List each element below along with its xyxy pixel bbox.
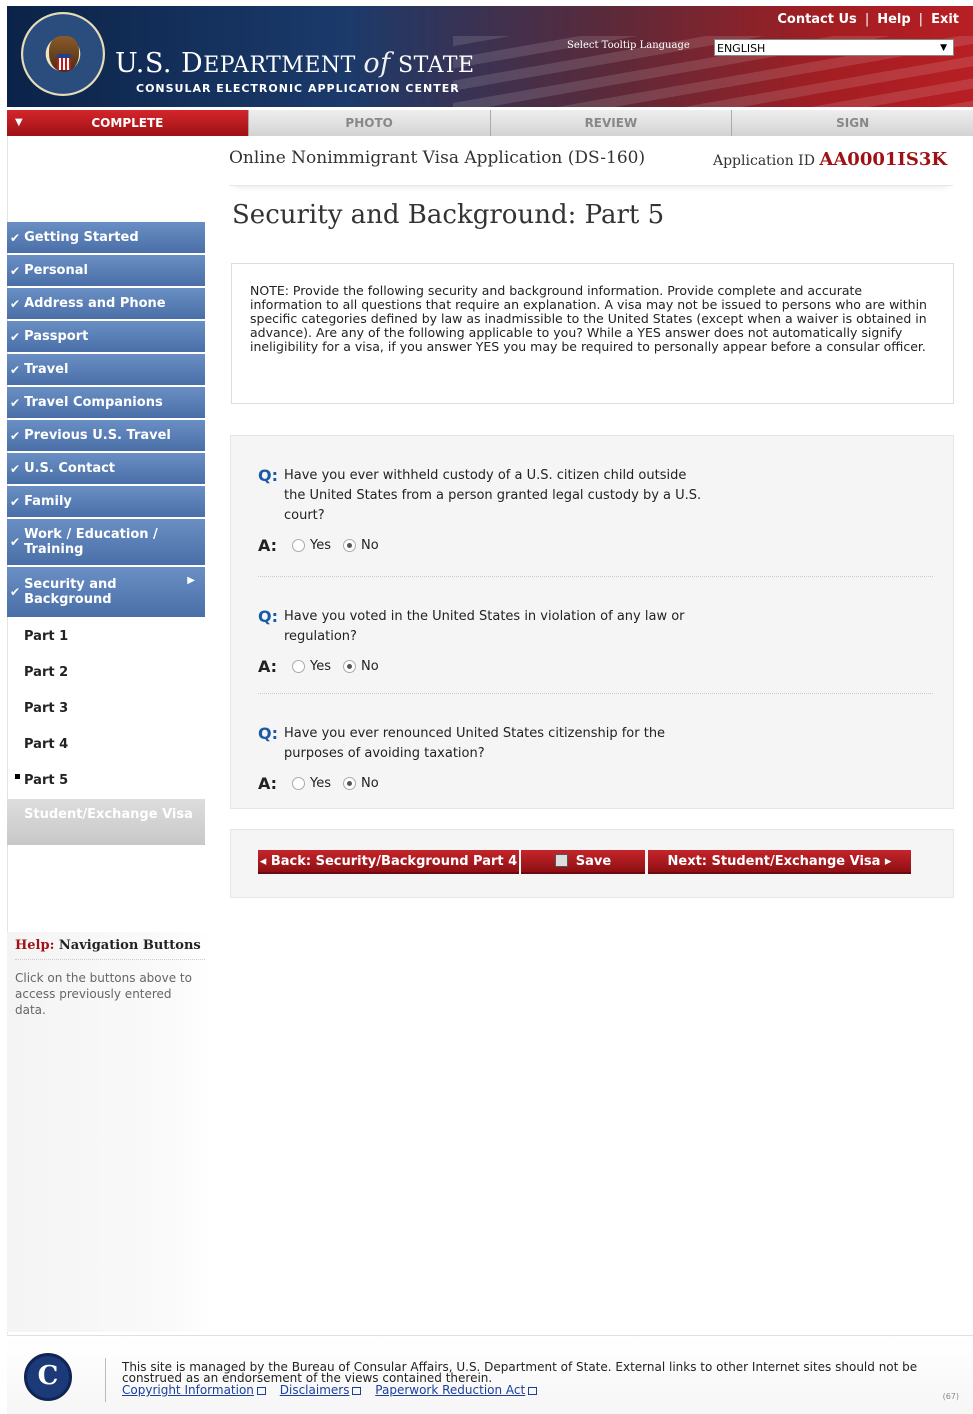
sidebar-item-getting-started[interactable]: ✔ Getting Started [7, 222, 205, 253]
check-icon: ✔ [10, 494, 21, 509]
save-button[interactable]: Save [521, 850, 645, 874]
question-item: Q: Have you voted in the United States in… [258, 577, 933, 694]
exit-link[interactable]: Exit [931, 12, 959, 27]
question-text: Have you ever renounced United States ci… [284, 726, 666, 761]
department-subtitle: CONSULAR ELECTRONIC APPLICATION CENTER [136, 82, 460, 95]
question-item: Q: Have you ever renounced United States … [258, 694, 933, 811]
answer-no-option[interactable]: No [343, 776, 379, 791]
answer-yes-option[interactable]: Yes [292, 538, 331, 553]
check-icon: ✔ [10, 329, 21, 344]
answer-yes-option[interactable]: Yes [292, 776, 331, 791]
shield-icon [57, 54, 71, 70]
footer-text: This site is managed by the Bureau of Co… [122, 1360, 918, 1397]
sidebar-nav: ✔ Getting Started ✔ Personal ✔ Address and … [7, 222, 205, 845]
questions-panel: Q: Have you ever withheld custody of a U.… [230, 435, 954, 809]
back-button[interactable]: ◂ Back: Security/Background Part 4 [258, 850, 519, 874]
question-text: Have you voted in the United States in v… [284, 609, 685, 644]
sidebar-subitem-part-3[interactable]: Part 3 [7, 691, 205, 727]
check-icon: ✔ [10, 461, 21, 476]
answer-no-option[interactable]: No [343, 659, 379, 674]
next-button[interactable]: Next: Student/Exchange Visa ▸ [648, 850, 911, 874]
sidebar-item-travel[interactable]: ✔ Travel [7, 354, 205, 385]
question-label: Q: [258, 724, 278, 743]
check-icon: ✔ [10, 534, 21, 549]
tooltip-language-label: Select Tooltip Language [567, 40, 690, 51]
note-box: NOTE: Provide the following security and… [231, 263, 954, 404]
footer-code: (67) [942, 1392, 959, 1401]
contact-us-link[interactable]: Contact Us [777, 12, 856, 27]
sidebar-item-family[interactable]: ✔ Family [7, 486, 205, 517]
department-seal-icon [21, 12, 105, 96]
progress-tabs: ▼ COMPLETE PHOTO REVIEW SIGN [7, 110, 973, 136]
answer-label: A: [258, 536, 278, 555]
help-text: Click on the buttons above to access pre… [15, 971, 192, 1017]
answer-yes-option[interactable]: Yes [292, 659, 331, 674]
dropdown-arrow-icon: ▼ [940, 43, 947, 53]
sidebar-item-work-education[interactable]: ✔ Work / Education / Training [7, 519, 205, 565]
answer-label: A: [258, 657, 278, 676]
yes-radio[interactable] [292, 660, 305, 673]
tooltip-language-select[interactable]: ENGLISH ▼ [714, 39, 954, 56]
top-links: Contact Us | Help | Exit [777, 12, 959, 27]
sidebar-subitem-part-1[interactable]: Part 1 [7, 619, 205, 655]
tab-review[interactable]: REVIEW [490, 110, 733, 136]
application-id: Application ID AA0001IS3K [712, 149, 947, 170]
disclaimers-link[interactable]: Disclaimers [280, 1383, 362, 1397]
help-link[interactable]: Help [877, 12, 910, 27]
triangle-down-icon: ▼ [15, 117, 23, 128]
department-title: U.S. DEPARTMENT of STATE [115, 48, 475, 79]
sidebar-item-passport[interactable]: ✔ Passport [7, 321, 205, 352]
check-icon: ✔ [10, 296, 21, 311]
paperwork-reduction-link[interactable]: Paperwork Reduction Act [375, 1383, 538, 1397]
application-title: Online Nonimmigrant Visa Application (DS… [229, 148, 646, 168]
sidebar-item-personal[interactable]: ✔ Personal [7, 255, 205, 286]
sidebar-item-student-exchange-visa[interactable]: Student/Exchange Visa [7, 799, 205, 845]
external-link-icon [256, 1386, 266, 1395]
sidebar-item-address-phone[interactable]: ✔ Address and Phone [7, 288, 205, 319]
no-radio[interactable] [343, 539, 356, 552]
current-marker-icon [15, 774, 20, 779]
caret-right-icon: ▶ [187, 575, 195, 586]
help-title: Help: Navigation Buttons [15, 938, 205, 960]
yes-radio[interactable] [292, 777, 305, 790]
sidebar-subitem-part-2[interactable]: Part 2 [7, 655, 205, 691]
consular-affairs-logo-icon: C [24, 1353, 72, 1401]
external-link-icon [352, 1386, 362, 1395]
save-floppy-icon [554, 854, 568, 867]
external-link-icon [528, 1386, 538, 1395]
check-icon: ✔ [10, 395, 21, 410]
help-panel: Help: Navigation Buttons Click on the bu… [7, 932, 213, 1332]
no-radio[interactable] [343, 777, 356, 790]
check-icon: ✔ [10, 428, 21, 443]
question-item: Q: Have you ever withheld custody of a U.… [258, 436, 933, 577]
site-header: U.S. DEPARTMENT of STATE CONSULAR ELECTR… [7, 6, 973, 107]
question-label: Q: [258, 466, 278, 485]
check-icon: ✔ [10, 362, 21, 377]
sidebar-item-travel-companions[interactable]: ✔ Travel Companions [7, 387, 205, 418]
sidebar-item-security-background[interactable]: ✔ Security and Background ▶ [7, 567, 205, 617]
navigation-buttons: ◂ Back: Security/Background Part 4 Save … [230, 829, 954, 898]
copyright-link[interactable]: Copyright Information [122, 1383, 266, 1397]
sidebar-subitem-part-4[interactable]: Part 4 [7, 727, 205, 763]
footer-divider [105, 1358, 106, 1402]
yes-radio[interactable] [292, 539, 305, 552]
question-text: Have you ever withheld custody of a U.S.… [284, 468, 702, 523]
answer-no-option[interactable]: No [343, 538, 379, 553]
check-icon: ✔ [10, 230, 21, 245]
application-header: Online Nonimmigrant Visa Application (DS… [229, 146, 953, 186]
no-radio[interactable] [343, 660, 356, 673]
answer-label: A: [258, 774, 278, 793]
page-title: Security and Background: Part 5 [232, 200, 665, 230]
footer: C This site is managed by the Bureau of … [7, 1335, 973, 1414]
question-label: Q: [258, 607, 278, 626]
tab-complete[interactable]: ▼ COMPLETE [7, 110, 249, 136]
sidebar-item-us-contact[interactable]: ✔ U.S. Contact [7, 453, 205, 484]
tab-photo[interactable]: PHOTO [248, 110, 491, 136]
sidebar-item-previous-us-travel[interactable]: ✔ Previous U.S. Travel [7, 420, 205, 451]
check-icon: ✔ [10, 584, 21, 599]
sidebar-subitem-part-5[interactable]: Part 5 [7, 763, 205, 799]
tab-sign[interactable]: SIGN [732, 110, 973, 136]
check-icon: ✔ [10, 263, 21, 278]
tooltip-language-value: ENGLISH [717, 42, 766, 55]
